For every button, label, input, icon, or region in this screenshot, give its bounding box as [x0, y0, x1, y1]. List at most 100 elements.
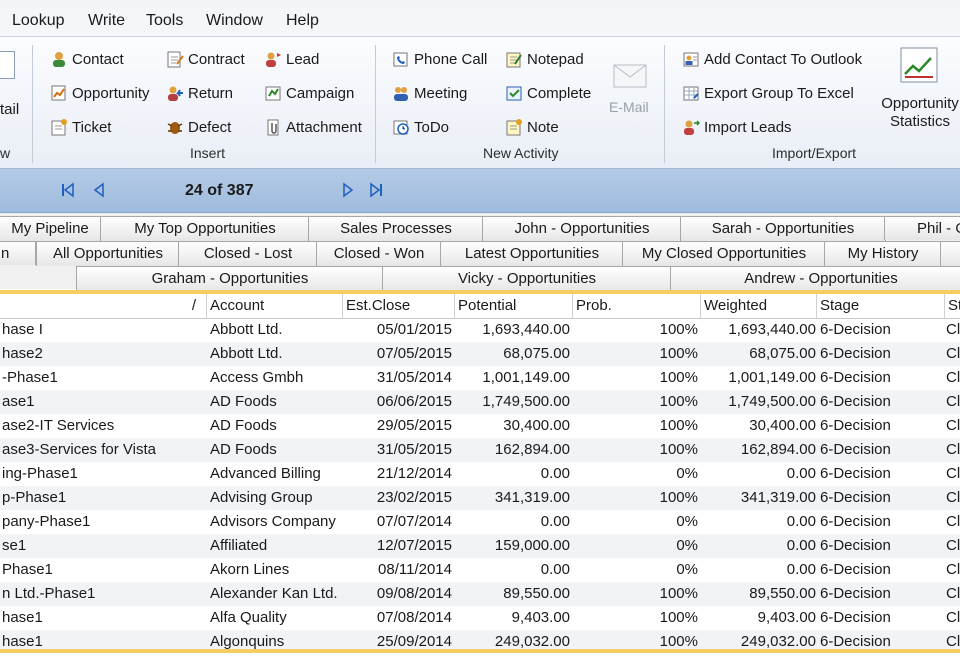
- record-navigation-bar: 24 of 387: [0, 169, 960, 213]
- cell-weighted: 1,693,440.00: [728, 321, 816, 338]
- tab-sales-processes[interactable]: Sales Processes: [308, 216, 484, 241]
- menu-tools[interactable]: Tools: [146, 12, 183, 30]
- cell-opportunity-name: ing-Phase1: [2, 465, 78, 482]
- tab-closed-won[interactable]: Closed - Won: [316, 241, 442, 266]
- column-header-account[interactable]: Account: [206, 294, 342, 318]
- cell-opportunity-name: p-Phase1: [2, 489, 67, 506]
- return-icon: [166, 84, 184, 102]
- cell-status: Cl: [946, 465, 960, 482]
- column-header-potential[interactable]: Potential: [454, 294, 572, 318]
- insert-contract-button[interactable]: Contract: [166, 50, 245, 68]
- tab-vicky-opportunities[interactable]: Vicky - Opportunities: [382, 266, 672, 291]
- new-todo-button[interactable]: ToDo: [392, 118, 449, 136]
- insert-contact-button[interactable]: Contact: [50, 50, 124, 68]
- cell-est-close: 29/05/2015: [376, 417, 452, 434]
- cell-weighted: 9,403.00: [757, 609, 816, 626]
- group-separator: [32, 45, 33, 163]
- phone-call-icon: [392, 50, 410, 68]
- new-meeting-button[interactable]: Meeting: [392, 84, 467, 102]
- contact-icon: [50, 50, 68, 68]
- tab-latest-opportunities[interactable]: Latest Opportunities: [440, 241, 624, 266]
- cell-probability: 0%: [676, 465, 698, 482]
- export-group-to-excel-button[interactable]: Export Group To Excel: [682, 84, 854, 102]
- table-row[interactable]: Phase1 Akorn Lines 08/11/2014 0.00 0% 0.00 6-D…: [0, 558, 960, 582]
- cell-account: Algonquins: [210, 633, 285, 649]
- menu-write[interactable]: Write: [88, 12, 125, 30]
- insert-defect-button[interactable]: Defect: [166, 118, 231, 136]
- table-row[interactable]: pany-Phase1 Advisors Company 07/07/2014 0.0…: [0, 510, 960, 534]
- table-row[interactable]: hase I Abbott Ltd. 05/01/2015 1,693,440.00 1…: [0, 318, 960, 342]
- cell-stage: 6-Decision: [820, 633, 891, 649]
- tab-andrew-opportunities[interactable]: Andrew - Opportunities: [670, 266, 960, 291]
- cell-account: Akorn Lines: [210, 561, 290, 578]
- cell-probability: 100%: [659, 585, 698, 602]
- new-note-button[interactable]: Note: [505, 118, 559, 136]
- table-row[interactable]: se1 Affiliated 12/07/2015 159,000.00 0% 0.00 6…: [0, 534, 960, 558]
- cell-probability: 100%: [659, 633, 698, 649]
- sort-indicator-icon: /: [191, 297, 196, 314]
- menu-lookup[interactable]: Lookup: [12, 12, 65, 30]
- tab-my-history[interactable]: My History: [824, 241, 942, 266]
- tab-phil-opportunities[interactable]: Phil - O: [884, 216, 960, 240]
- detail-icon[interactable]: [0, 51, 15, 79]
- table-row[interactable]: p-Phase1 Advising Group 23/02/2015 341,319.…: [0, 486, 960, 510]
- cell-weighted: 1,001,149.00: [728, 369, 816, 386]
- tab-partial[interactable]: n: [0, 241, 36, 265]
- tab-graham-opportunities[interactable]: Graham - Opportunities: [76, 266, 384, 291]
- insert-campaign-button[interactable]: Campaign: [264, 84, 354, 102]
- cell-stage: 6-Decision: [820, 609, 891, 626]
- cell-opportunity-name: hase I: [2, 321, 43, 338]
- tab-closed-lost[interactable]: Closed - Lost: [178, 241, 318, 266]
- table-row[interactable]: n Ltd.-Phase1 Alexander Kan Ltd. 09/08/201…: [0, 582, 960, 606]
- table-row[interactable]: hase1 Alfa Quality 07/08/2014 9,403.00 100% 9…: [0, 606, 960, 630]
- column-header-weighted[interactable]: Weighted: [700, 294, 816, 318]
- tab-partial-right[interactable]: [940, 241, 960, 266]
- cell-status: Cl: [946, 489, 960, 506]
- table-row[interactable]: ing-Phase1 Advanced Billing 21/12/2014 0.00…: [0, 462, 960, 486]
- complete-activity-button[interactable]: Complete: [505, 84, 591, 102]
- cell-potential: 1,749,500.00: [482, 393, 570, 410]
- cell-probability: 100%: [659, 369, 698, 386]
- table-row[interactable]: hase1 Algonquins 25/09/2014 249,032.00 100% 2…: [0, 630, 960, 649]
- table-row[interactable]: ase1 AD Foods 06/06/2015 1,749,500.00 100% 1,…: [0, 390, 960, 414]
- menu-window[interactable]: Window: [206, 12, 263, 30]
- tab-all-opportunities[interactable]: All Opportunities: [36, 241, 180, 266]
- table-row[interactable]: hase2 Abbott Ltd. 07/05/2015 68,075.00 100% 6…: [0, 342, 960, 366]
- table-row[interactable]: ase3-Services for Vista AD Foods 31/05/201…: [0, 438, 960, 462]
- last-record-icon[interactable]: [368, 181, 384, 199]
- opportunity-statistics-button[interactable]: Opportunity Statistics: [878, 95, 960, 131]
- previous-record-icon[interactable]: [92, 181, 108, 199]
- new-notepad-button[interactable]: Notepad: [505, 50, 584, 68]
- insert-lead-button[interactable]: Lead: [264, 50, 319, 68]
- new-phone-call-button[interactable]: Phone Call: [392, 50, 487, 68]
- column-header-name[interactable]: /: [0, 294, 206, 318]
- tab-my-top-opportunities[interactable]: My Top Opportunities: [100, 216, 310, 241]
- menu-help[interactable]: Help: [286, 12, 319, 30]
- email-button[interactable]: E-Mail: [609, 99, 649, 115]
- cell-weighted: 249,032.00: [740, 633, 816, 649]
- insert-ticket-button[interactable]: Ticket: [50, 118, 111, 136]
- column-header-stage[interactable]: Stage: [816, 294, 944, 318]
- tab-my-closed-opportunities[interactable]: My Closed Opportunities: [622, 241, 826, 266]
- insert-attachment-button[interactable]: Attachment: [264, 118, 362, 136]
- table-row[interactable]: -Phase1 Access Gmbh 31/05/2014 1,001,149.00…: [0, 366, 960, 390]
- tab-john-opportunities[interactable]: John - Opportunities: [482, 216, 682, 241]
- detail-button-label[interactable]: tail: [0, 101, 19, 118]
- table-row[interactable]: ase2-IT Services AD Foods 29/05/2015 30,400…: [0, 414, 960, 438]
- first-record-icon[interactable]: [60, 181, 76, 199]
- column-header-est-close[interactable]: Est.Close: [342, 294, 454, 318]
- cell-weighted: 89,550.00: [749, 585, 816, 602]
- cell-account: Advising Group: [210, 489, 313, 506]
- envelope-icon: [610, 61, 650, 91]
- tab-my-pipeline[interactable]: My Pipeline: [0, 216, 102, 241]
- column-header-prob[interactable]: Prob.: [572, 294, 700, 318]
- column-header-status[interactable]: St: [944, 294, 960, 318]
- cell-potential: 249,032.00: [494, 633, 570, 649]
- insert-opportunity-button[interactable]: Opportunity: [50, 84, 150, 102]
- insert-return-button[interactable]: Return: [166, 84, 233, 102]
- import-leads-button[interactable]: Import Leads: [682, 118, 792, 136]
- tab-sarah-opportunities[interactable]: Sarah - Opportunities: [680, 216, 886, 241]
- add-contact-to-outlook-button[interactable]: Add Contact To Outlook: [682, 50, 862, 68]
- next-record-icon[interactable]: [340, 181, 356, 199]
- cell-status: Cl: [946, 321, 960, 338]
